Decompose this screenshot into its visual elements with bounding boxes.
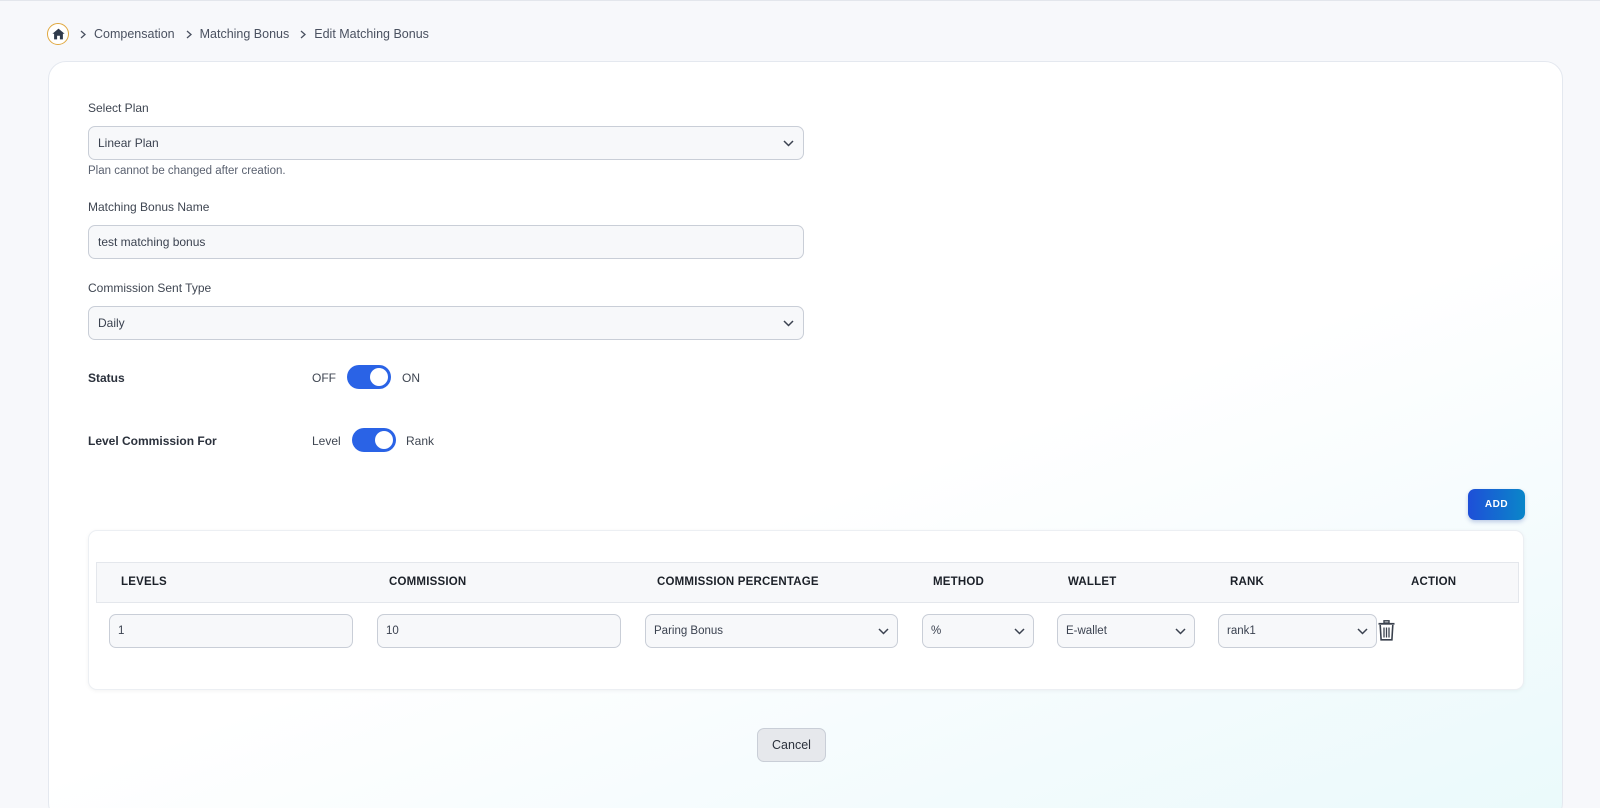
breadcrumb-matching-bonus[interactable]: Matching Bonus: [200, 27, 290, 41]
chevron-down-icon: [877, 625, 889, 637]
method-dropdown[interactable]: %: [922, 614, 1034, 648]
header-wallet: WALLET: [1068, 576, 1117, 588]
status-off-label: OFF: [312, 371, 336, 385]
home-icon: [51, 28, 65, 40]
trash-icon[interactable]: [1378, 620, 1395, 646]
add-button[interactable]: ADD: [1468, 489, 1525, 520]
chevron-right-icon: [300, 30, 307, 39]
wallet-value: E-wallet: [1066, 625, 1107, 637]
table-header: LEVELS COMMISSION COMMISSION PERCENTAGE …: [96, 562, 1519, 603]
status-on-label: ON: [402, 371, 420, 385]
chevron-right-icon: [80, 30, 86, 39]
rank-option-label: Rank: [406, 434, 435, 448]
toggle-knob: [375, 431, 393, 449]
level-commission-for-label: Level Commission For: [88, 434, 217, 448]
method-value: %: [931, 625, 942, 637]
bonus-name-value: test matching bonus: [98, 235, 206, 249]
rank-dropdown[interactable]: rank1: [1218, 614, 1377, 648]
header-commission-percentage: COMMISSION PERCENTAGE: [657, 576, 819, 588]
commission-percentage-dropdown[interactable]: Paring Bonus: [645, 614, 898, 648]
commission-sent-type-dropdown[interactable]: Daily: [88, 306, 804, 340]
commission-input[interactable]: 10: [377, 614, 621, 648]
bonus-name-input[interactable]: test matching bonus: [88, 225, 804, 259]
commission-percentage-value: Paring Bonus: [654, 625, 724, 637]
chevron-down-icon: [1174, 625, 1186, 637]
toggle-knob: [370, 368, 388, 386]
home-button[interactable]: [47, 23, 69, 45]
breadcrumb-compensation[interactable]: Compensation: [94, 27, 175, 41]
header-rank: RANK: [1230, 576, 1265, 588]
commission-value: 10: [386, 625, 399, 637]
header-levels: LEVELS: [121, 576, 167, 588]
chevron-down-icon: [1356, 625, 1368, 637]
status-toggle[interactable]: [347, 365, 391, 389]
level-option-label: Level: [312, 434, 341, 448]
select-plan-label: Select Plan: [88, 101, 149, 115]
header-method: METHOD: [933, 576, 985, 588]
breadcrumb: Compensation Matching Bonus Edit Matchin…: [47, 23, 429, 45]
header-action: ACTION: [1411, 576, 1457, 588]
breadcrumb-edit-matching-bonus: Edit Matching Bonus: [314, 27, 429, 41]
chevron-down-icon: [1013, 625, 1025, 637]
status-label: Status: [88, 371, 125, 385]
cancel-button[interactable]: Cancel: [757, 728, 826, 762]
chevron-down-icon: [782, 137, 794, 149]
levels-input[interactable]: 1: [109, 614, 353, 648]
select-plan-hint: Plan cannot be changed after creation.: [88, 165, 286, 177]
header-commission: COMMISSION: [389, 576, 467, 588]
levels-value: 1: [118, 625, 125, 637]
commission-sent-type-label: Commission Sent Type: [88, 281, 212, 295]
chevron-down-icon: [782, 317, 794, 329]
level-commission-toggle[interactable]: [352, 428, 396, 452]
bonus-name-label: Matching Bonus Name: [88, 200, 210, 214]
select-plan-dropdown[interactable]: Linear Plan: [88, 126, 804, 160]
select-plan-value: Linear Plan: [98, 136, 159, 150]
rank-value: rank1: [1227, 625, 1256, 637]
edit-matching-bonus-card: Select Plan Linear Plan Plan cannot be c…: [48, 61, 1563, 808]
commission-table: LEVELS COMMISSION COMMISSION PERCENTAGE …: [88, 530, 1524, 690]
commission-sent-type-value: Daily: [98, 316, 125, 330]
chevron-right-icon: [186, 30, 192, 39]
wallet-dropdown[interactable]: E-wallet: [1057, 614, 1195, 648]
